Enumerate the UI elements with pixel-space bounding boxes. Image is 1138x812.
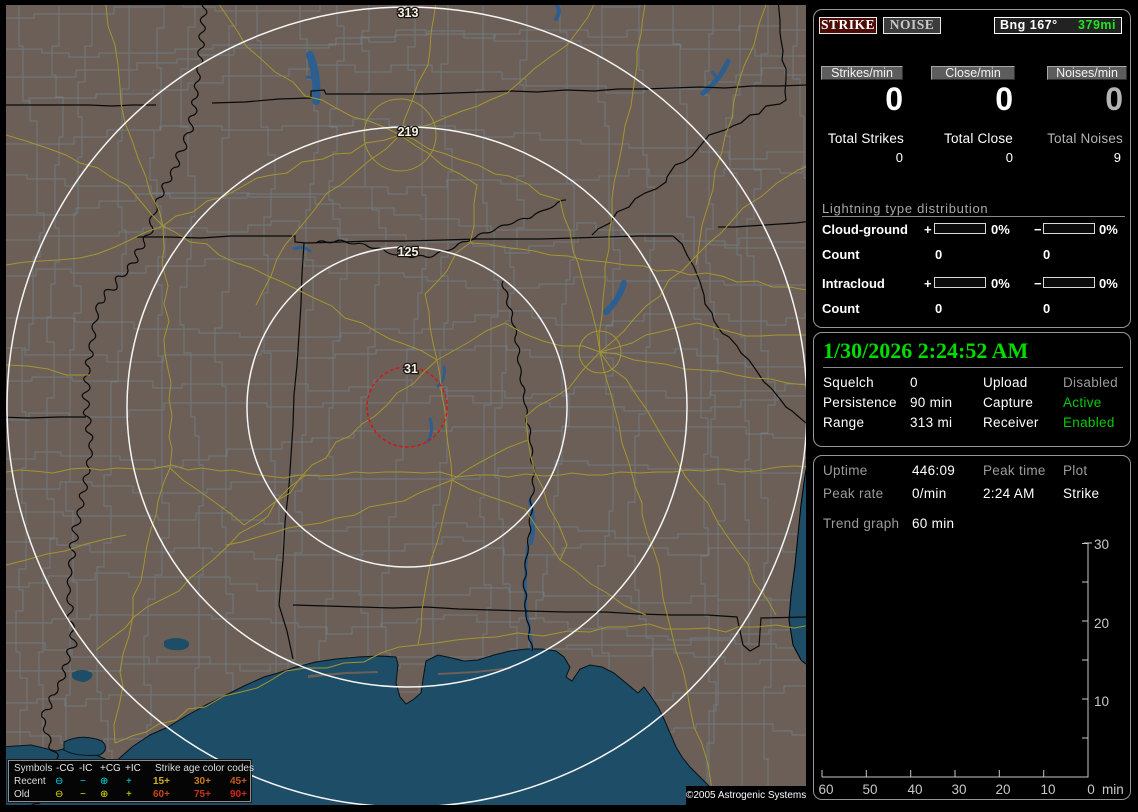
svg-text:40: 40	[907, 782, 922, 797]
svg-text:31: 31	[404, 362, 418, 376]
svg-text:0: 0	[1087, 782, 1095, 797]
svg-text:125: 125	[398, 245, 419, 259]
svg-text:30: 30	[1094, 537, 1109, 552]
svg-text:10: 10	[1040, 782, 1055, 797]
svg-text:30: 30	[951, 782, 966, 797]
svg-text:219: 219	[398, 125, 419, 139]
svg-text:313: 313	[398, 6, 419, 20]
svg-text:20: 20	[995, 782, 1010, 797]
svg-text:50: 50	[862, 782, 877, 797]
svg-text:10: 10	[1094, 694, 1109, 709]
svg-text:60: 60	[818, 782, 833, 797]
svg-text:min: min	[1102, 782, 1124, 797]
svg-text:20: 20	[1094, 616, 1109, 631]
